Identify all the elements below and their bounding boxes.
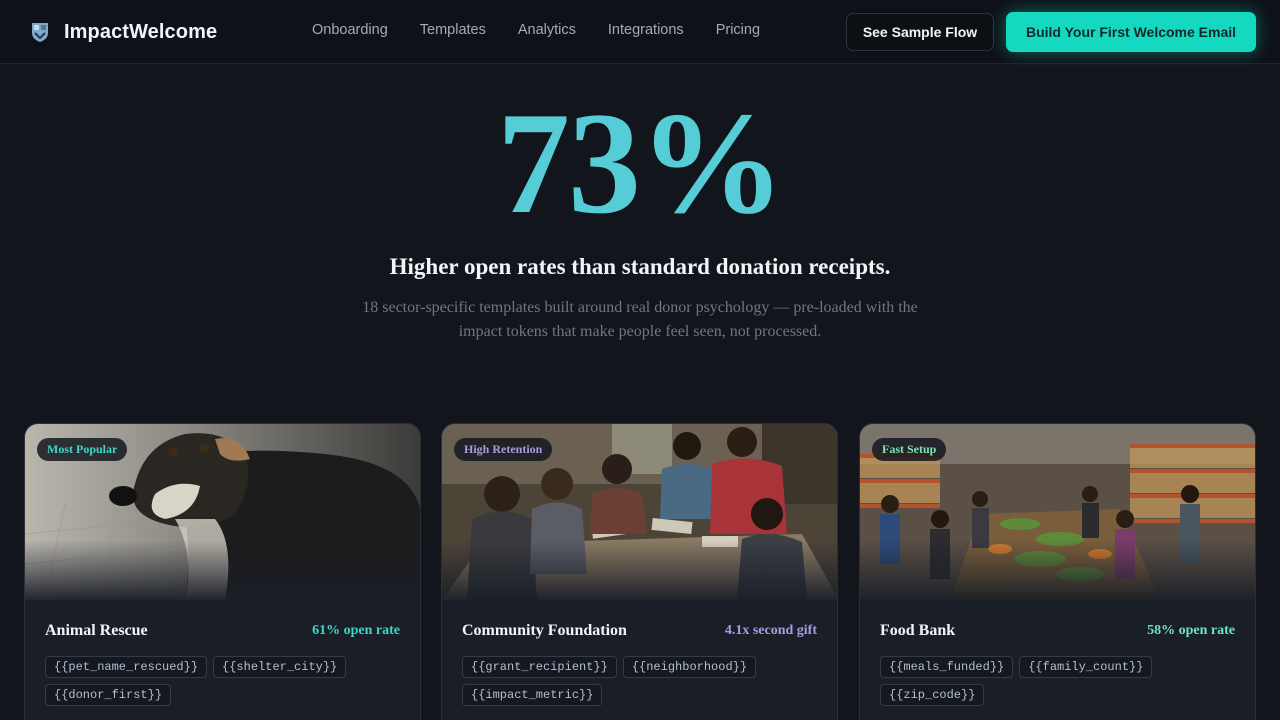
nav-link-pricing[interactable]: Pricing: [716, 22, 760, 38]
card-metric: 61% open rate: [312, 623, 400, 638]
token-chip[interactable]: {{shelter_city}}: [213, 656, 347, 678]
token-list: {{pet_name_rescued}} {{shelter_city}} {{…: [45, 656, 405, 712]
template-card-animal-rescue[interactable]: Most Popular Animal Rescue 61% open rate…: [24, 423, 421, 720]
card-title: Food Bank: [880, 622, 956, 639]
token-chip[interactable]: {{impact_metric}}: [462, 684, 603, 706]
badge-high-retention: High Retention: [454, 438, 553, 461]
template-card-food-bank[interactable]: Fast Setup Food Bank 58% open rate {{mea…: [859, 423, 1256, 720]
nav-link-integrations[interactable]: Integrations: [608, 22, 684, 38]
hero-stat: 73%: [497, 82, 785, 244]
template-card-community-foundation[interactable]: High Retention Community Foundation 4.1x…: [441, 423, 838, 720]
token-chip[interactable]: {{family_count}}: [1019, 656, 1153, 678]
token-chip[interactable]: {{meals_funded}}: [880, 656, 1014, 678]
token-chip[interactable]: {{neighborhood}}: [622, 656, 757, 678]
nav-link-onboarding[interactable]: Onboarding: [312, 22, 388, 38]
brand-name: ImpactWelcome: [64, 20, 218, 43]
nav-links: Onboarding Templates Analytics Integrati…: [312, 22, 792, 38]
token-chip[interactable]: {{grant_recipient}}: [462, 656, 617, 678]
token-list: {{meals_funded}} {{family_count}} {{zip_…: [880, 656, 1240, 712]
card-metric: 4.1x second gift: [724, 623, 817, 638]
see-sample-flow-button[interactable]: See Sample Flow: [846, 13, 994, 51]
token-chip[interactable]: {{donor_first}}: [45, 684, 172, 706]
badge-most-popular: Most Popular: [37, 438, 128, 461]
card-title: Community Foundation: [462, 622, 627, 639]
nav-link-analytics[interactable]: Analytics: [518, 22, 576, 38]
brand-logo[interactable]: ImpactWelcome: [30, 19, 217, 45]
token-list: {{grant_recipient}} {{neighborhood}} {{i…: [462, 656, 822, 712]
shield-logo-icon: [32, 23, 48, 42]
token-chip[interactable]: {{zip_code}}: [880, 684, 985, 706]
badge-fast-setup: Fast Setup: [872, 438, 947, 461]
hero-subtext: 18 sector-specific templates built aroun…: [362, 299, 918, 340]
hero-headline: Higher open rates than standard donation…: [389, 254, 891, 279]
top-nav: ImpactWelcome Onboarding Templates Analy…: [0, 0, 1280, 64]
nav-link-templates[interactable]: Templates: [420, 22, 486, 38]
build-welcome-email-button[interactable]: Build Your First Welcome Email: [1006, 12, 1256, 52]
token-chip[interactable]: {{pet_name_rescued}}: [45, 656, 208, 678]
card-title: Animal Rescue: [45, 622, 148, 639]
card-metric: 58% open rate: [1147, 623, 1235, 638]
